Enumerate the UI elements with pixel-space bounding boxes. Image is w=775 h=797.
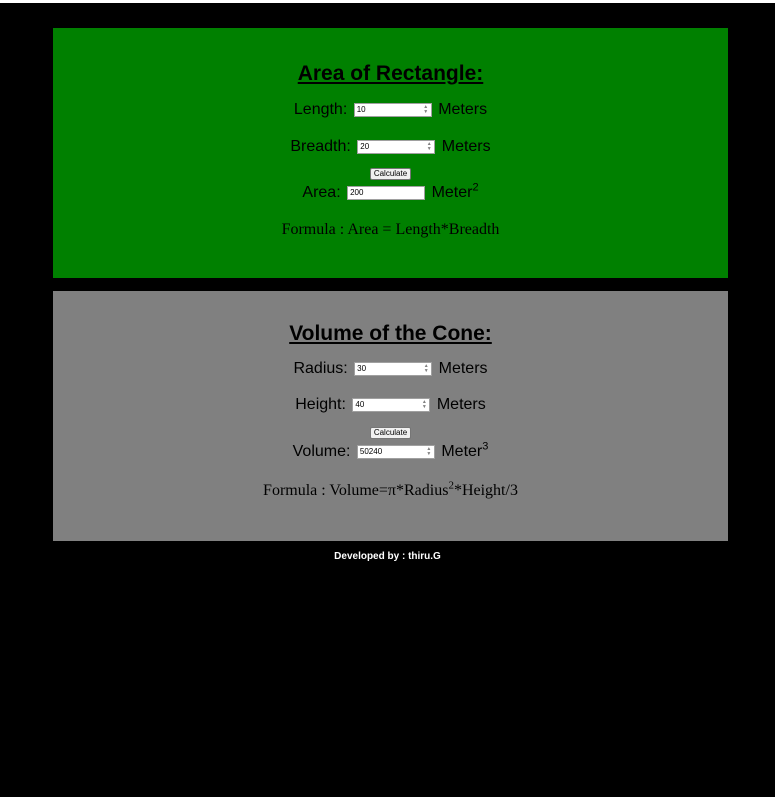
- breadth-value: 20: [360, 142, 370, 151]
- radius-row: Radius: 30 ▲ ▼ Meters: [53, 359, 728, 379]
- spinner-arrows-icon[interactable]: ▲ ▼: [425, 142, 433, 152]
- height-input[interactable]: 40 ▲ ▼: [352, 398, 431, 412]
- rectangle-formula: Formula : Area = Length*Breadth: [281, 221, 500, 238]
- volume-value: 50240: [359, 447, 383, 456]
- spinner-arrows-icon[interactable]: ▲ ▼: [422, 105, 430, 115]
- breadth-row: Breadth: 20 ▲ ▼ Meters: [53, 137, 728, 157]
- length-input[interactable]: 10 ▲ ▼: [353, 103, 432, 117]
- volume-unit-exponent: 3: [482, 440, 489, 453]
- footer-credit: Developed by : thiru.G: [334, 551, 441, 562]
- radius-value: 30: [357, 364, 367, 373]
- rectangle-title: Area of Rectangle:: [297, 62, 484, 85]
- cone-formula: Formula : Volume=π*Radius2*Height/3: [263, 479, 518, 499]
- radius-label: Radius:: [293, 360, 348, 377]
- area-output[interactable]: 200: [347, 186, 426, 200]
- cone-title: Volume of the Cone:: [289, 322, 492, 345]
- area-row: Area: 200 Meter2: [53, 181, 728, 203]
- breadth-unit: Meters: [441, 138, 491, 155]
- calculate-volume-button[interactable]: Calculate: [369, 427, 412, 439]
- volume-unit: Meter3: [441, 440, 489, 460]
- spinner-arrows-icon[interactable]: ▲ ▼: [420, 400, 428, 410]
- area-label: Area:: [302, 184, 341, 201]
- radius-unit: Meters: [438, 360, 488, 377]
- length-row: Length: 10 ▲ ▼ Meters: [53, 100, 728, 120]
- area-unit: Meter2: [431, 181, 479, 201]
- radius-input[interactable]: 30 ▲ ▼: [354, 362, 433, 376]
- rectangle-area-panel: Area of Rectangle: Length: 10 ▲ ▼ Meters …: [53, 28, 728, 278]
- breadth-label: Breadth:: [290, 138, 351, 155]
- calculate-row: Calculate: [53, 162, 728, 182]
- height-row: Height: 40 ▲ ▼ Meters: [53, 395, 728, 415]
- height-unit: Meters: [436, 396, 486, 413]
- calculate-area-button[interactable]: Calculate: [369, 168, 412, 180]
- calculate-row: Calculate: [53, 421, 728, 441]
- height-value: 40: [355, 400, 365, 409]
- height-label: Height:: [295, 396, 346, 413]
- area-unit-exponent: 2: [472, 181, 479, 194]
- length-label: Length:: [293, 101, 348, 118]
- length-value: 10: [356, 105, 366, 114]
- volume-label: Volume:: [292, 443, 351, 460]
- breadth-input[interactable]: 20 ▲ ▼: [357, 140, 436, 154]
- top-border: [0, 0, 775, 3]
- cone-volume-panel: Volume of the Cone: Radius: 30 ▲ ▼ Meters…: [53, 291, 728, 541]
- length-unit: Meters: [438, 101, 488, 118]
- spinner-arrows-icon[interactable]: ▲ ▼: [422, 364, 430, 374]
- volume-output[interactable]: 50240 ▲ ▼: [356, 445, 435, 459]
- spinner-arrows-icon[interactable]: ▲ ▼: [425, 447, 433, 457]
- volume-row: Volume: 50240 ▲ ▼ Meter3: [53, 440, 728, 462]
- area-value: 200: [350, 188, 364, 197]
